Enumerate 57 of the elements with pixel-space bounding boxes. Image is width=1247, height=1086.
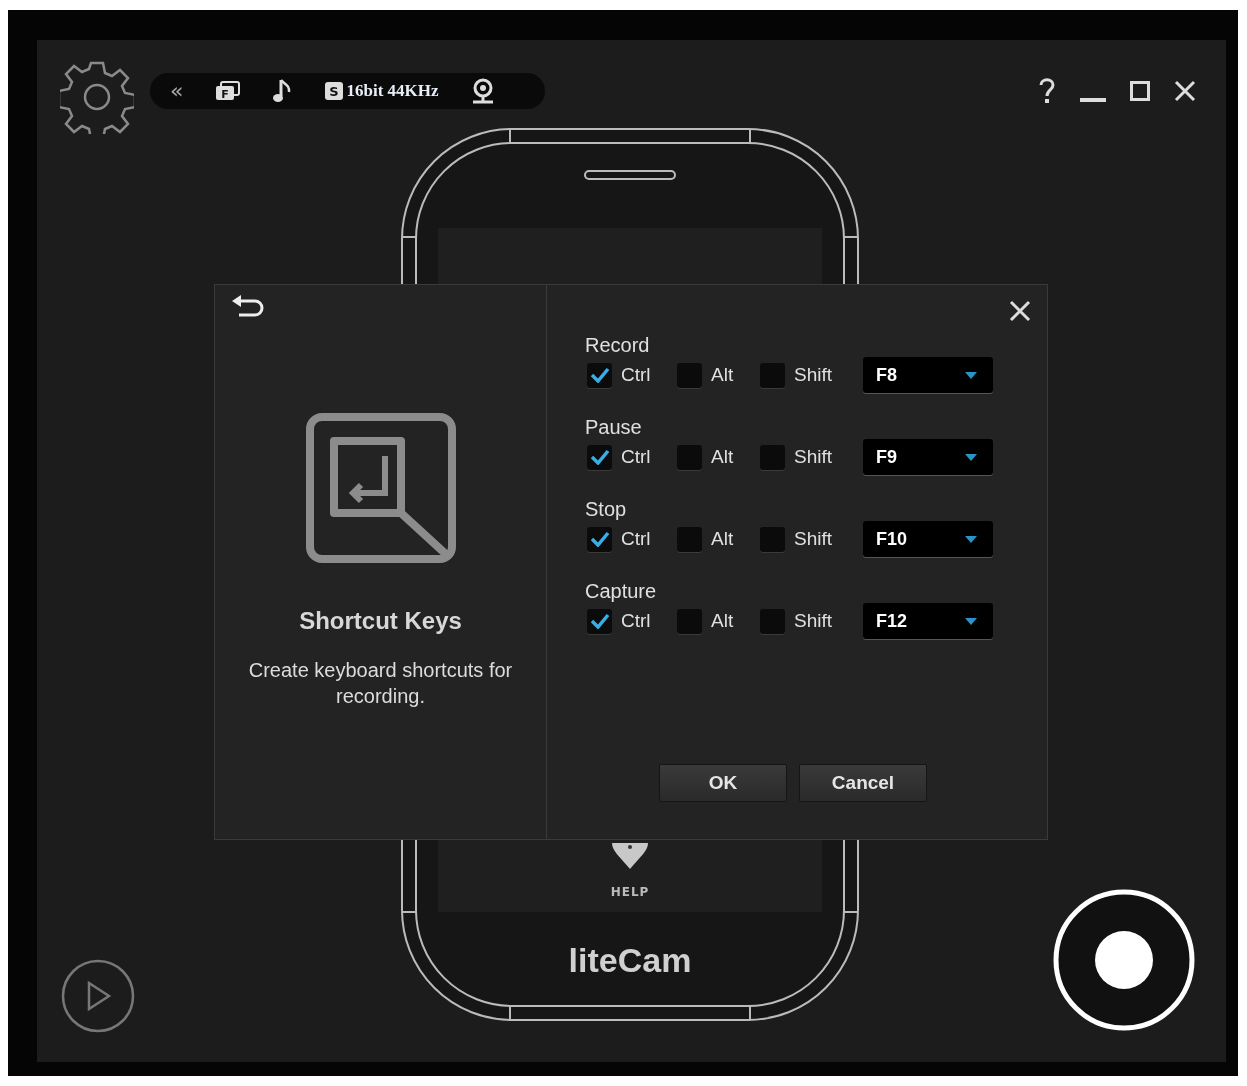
cancel-button[interactable]: Cancel — [799, 764, 927, 802]
checkbox[interactable] — [677, 526, 702, 552]
back-icon[interactable] — [231, 295, 265, 319]
checkbox[interactable] — [587, 608, 612, 634]
modifier-label[interactable]: Alt — [711, 528, 734, 550]
key-dropdown[interactable]: F10 — [863, 521, 993, 557]
shortcut-label: Record — [585, 333, 650, 357]
modifier-label[interactable]: Shift — [794, 610, 833, 632]
brand-logo: liteCam — [568, 941, 692, 980]
caret-icon — [965, 535, 977, 543]
collapse-button[interactable]: « — [170, 80, 184, 102]
modifier-label[interactable]: Alt — [711, 446, 734, 468]
modifier-label[interactable]: Ctrl — [621, 446, 651, 468]
shortcut-label: Capture — [585, 579, 657, 603]
close-icon[interactable] — [1174, 80, 1196, 102]
modifier-label[interactable]: Shift — [794, 528, 833, 550]
close-icon[interactable] — [1009, 300, 1031, 322]
record-button[interactable] — [1052, 888, 1196, 1032]
checkbox[interactable] — [587, 444, 612, 470]
caret-icon — [965, 371, 977, 379]
shortcut-label: Stop — [585, 497, 627, 521]
dialog-title: Shortcut Keys — [299, 607, 462, 635]
checkbox[interactable] — [677, 362, 702, 388]
modifier-label[interactable]: Alt — [711, 364, 734, 386]
checkbox[interactable] — [677, 444, 702, 470]
key-dropdown[interactable]: F9 — [863, 439, 993, 475]
caret-icon — [965, 617, 977, 625]
shortcut-label: Pause — [585, 415, 642, 439]
maximize-icon[interactable] — [1130, 81, 1150, 101]
modifier-label[interactable]: Alt — [711, 610, 734, 632]
caret-icon — [965, 453, 977, 461]
audio-format-label[interactable]: 16bit 44KHz — [346, 81, 439, 101]
modifier-label[interactable]: Shift — [794, 364, 833, 386]
ok-button[interactable]: OK — [659, 764, 787, 802]
stereo-icon[interactable]: S — [325, 82, 344, 100]
key-dropdown[interactable]: F12 — [863, 603, 993, 639]
settings-icon[interactable] — [60, 60, 134, 134]
help-label[interactable]: HELP — [610, 885, 650, 899]
modifier-label[interactable]: Ctrl — [621, 528, 651, 550]
modifier-label[interactable]: Ctrl — [621, 610, 651, 632]
checkbox[interactable] — [760, 526, 785, 552]
checkbox[interactable] — [677, 608, 702, 634]
checkbox[interactable] — [760, 362, 785, 388]
dialog-description: Create keyboard shortcuts for recording. — [247, 658, 514, 709]
checkbox[interactable] — [760, 444, 785, 470]
webcam-icon[interactable] — [470, 78, 495, 104]
modifier-label[interactable]: Shift — [794, 446, 833, 468]
help-icon[interactable] — [1038, 78, 1056, 104]
checkbox[interactable] — [587, 362, 612, 388]
key-icon — [305, 413, 456, 563]
checkbox[interactable] — [760, 608, 785, 634]
help-pin-icon[interactable] — [612, 843, 648, 869]
modifier-label[interactable]: Ctrl — [621, 364, 651, 386]
minimize-icon[interactable] — [1080, 98, 1106, 104]
play-icon[interactable] — [61, 959, 135, 1033]
key-dropdown[interactable]: F8 — [863, 357, 993, 393]
checkbox[interactable] — [587, 526, 612, 552]
